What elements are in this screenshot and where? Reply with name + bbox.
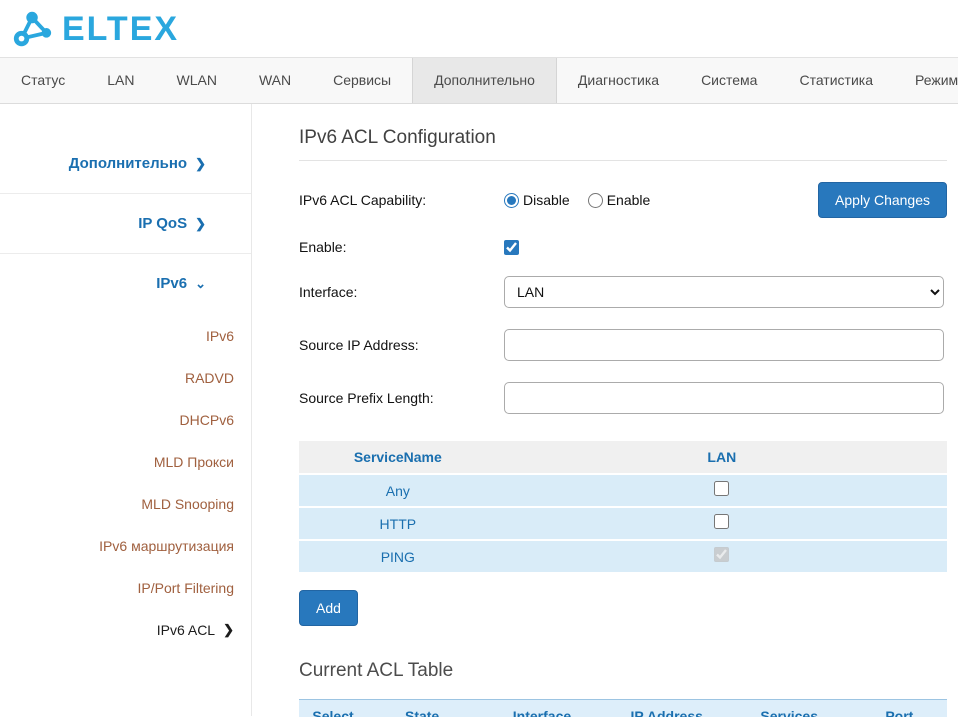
service-any-checkbox[interactable] (714, 481, 729, 496)
table-row: Any (299, 475, 947, 506)
sidebar-item-advanced[interactable]: Дополнительно ❯ (0, 134, 251, 193)
tab-wan[interactable]: WAN (238, 58, 312, 103)
sidebar-item-ipv6[interactable]: IPv6 (0, 315, 234, 357)
sidebar-item-ip-port-filtering[interactable]: IP/Port Filtering (0, 567, 234, 609)
sidebar-item-dhcpv6[interactable]: DHCPv6 (0, 399, 234, 441)
source-ip-input[interactable] (504, 329, 944, 361)
enable-radio-option[interactable]: Enable (588, 192, 651, 208)
interface-label: Interface: (299, 284, 504, 300)
services-header: Services (727, 708, 852, 717)
enable-checkbox[interactable] (504, 240, 519, 255)
disable-radio-label: Disable (523, 192, 570, 208)
enable-radio[interactable] (588, 193, 603, 208)
add-button[interactable]: Add (299, 590, 358, 626)
sidebar-group-label: IP QoS (138, 215, 187, 232)
disable-radio-option[interactable]: Disable (504, 192, 570, 208)
capability-label: IPv6 ACL Capability: (299, 192, 504, 208)
service-http-checkbox[interactable] (714, 514, 729, 529)
disable-radio[interactable] (504, 193, 519, 208)
sidebar-item-ipv6-group[interactable]: IPv6 ⌄ (0, 254, 251, 313)
chevron-right-icon: ❯ (195, 156, 206, 172)
page-title: IPv6 ACL Configuration (299, 127, 947, 161)
enable-radio-label: Enable (607, 192, 651, 208)
interface-row: Interface: LAN (299, 276, 947, 308)
main-nav: Статус LAN WLAN WAN Сервисы Дополнительн… (0, 57, 958, 104)
service-ping-checkbox (714, 547, 729, 562)
service-name: Any (299, 483, 497, 499)
source-prefix-input[interactable] (504, 382, 944, 414)
tab-mode[interactable]: Режим работы (894, 58, 958, 103)
service-name-header: ServiceName (299, 449, 497, 465)
capability-radio-group: Disable Enable (504, 192, 650, 208)
sidebar-item-mld-snooping[interactable]: MLD Snooping (0, 483, 234, 525)
enable-label: Enable: (299, 239, 504, 255)
tab-wlan[interactable]: WLAN (156, 58, 238, 103)
sidebar: Дополнительно ❯ IP QoS ❯ IPv6 ⌄ IPv6 RAD… (0, 104, 252, 716)
service-name: PING (299, 549, 497, 565)
eltex-logo-icon (10, 7, 56, 51)
source-prefix-row: Source Prefix Length: (299, 382, 947, 414)
sidebar-item-ipv6-acl[interactable]: IPv6 ACL ❯ (0, 609, 251, 651)
service-table: ServiceName LAN Any HTTP PING (299, 441, 947, 572)
main-panel: IPv6 ACL Configuration IPv6 ACL Capabili… (252, 104, 958, 716)
table-row: PING (299, 541, 947, 572)
header: ELTEX (0, 0, 958, 57)
tab-lan[interactable]: LAN (86, 58, 155, 103)
service-table-header: ServiceName LAN (299, 441, 947, 473)
ip-address-header: IP Address (607, 708, 727, 717)
tab-system[interactable]: Система (680, 58, 778, 103)
interface-header: Interface (477, 708, 607, 717)
port-header: Port (852, 708, 947, 717)
tab-services[interactable]: Сервисы (312, 58, 412, 103)
tab-status[interactable]: Статус (0, 58, 86, 103)
lan-header: LAN (497, 449, 947, 465)
sidebar-active-label: IPv6 ACL (157, 609, 215, 651)
source-ip-label: Source IP Address: (299, 337, 504, 353)
state-header: State (367, 708, 477, 717)
sidebar-item-mld-proxy[interactable]: MLD Прокси (0, 441, 234, 483)
logo-text: ELTEX (62, 12, 179, 46)
enable-row: Enable: (299, 239, 947, 255)
tab-advanced[interactable]: Дополнительно (412, 58, 557, 103)
source-prefix-label: Source Prefix Length: (299, 390, 504, 406)
acl-table-title: Current ACL Table (299, 660, 948, 682)
sidebar-item-radvd[interactable]: RADVD (0, 357, 234, 399)
tab-statistics[interactable]: Статистика (778, 58, 894, 103)
capability-row: IPv6 ACL Capability: Disable Enable Appl… (299, 182, 947, 218)
select-header: Select (299, 708, 367, 717)
sidebar-group-label: Дополнительно (69, 155, 187, 172)
acl-table-header: Select State Interface IP Address Servic… (299, 699, 947, 717)
apply-changes-button[interactable]: Apply Changes (818, 182, 947, 218)
chevron-down-icon: ⌄ (195, 276, 206, 292)
page: ELTEX Статус LAN WLAN WAN Сервисы Дополн… (0, 0, 958, 717)
interface-select[interactable]: LAN (504, 276, 944, 308)
source-ip-row: Source IP Address: (299, 329, 947, 361)
tab-diagnostics[interactable]: Диагностика (557, 58, 680, 103)
sidebar-item-ip-qos[interactable]: IP QoS ❯ (0, 194, 251, 253)
table-row: HTTP (299, 508, 947, 539)
content: Дополнительно ❯ IP QoS ❯ IPv6 ⌄ IPv6 RAD… (0, 104, 958, 716)
chevron-right-icon: ❯ (223, 609, 234, 651)
service-name: HTTP (299, 516, 497, 532)
sidebar-ipv6-submenu: IPv6 RADVD DHCPv6 MLD Прокси MLD Snoopin… (0, 315, 251, 609)
chevron-right-icon: ❯ (195, 216, 206, 232)
eltex-logo: ELTEX (10, 7, 179, 51)
sidebar-item-ipv6-routing[interactable]: IPv6 маршрутизация (0, 525, 234, 567)
sidebar-group-label: IPv6 (156, 275, 187, 292)
